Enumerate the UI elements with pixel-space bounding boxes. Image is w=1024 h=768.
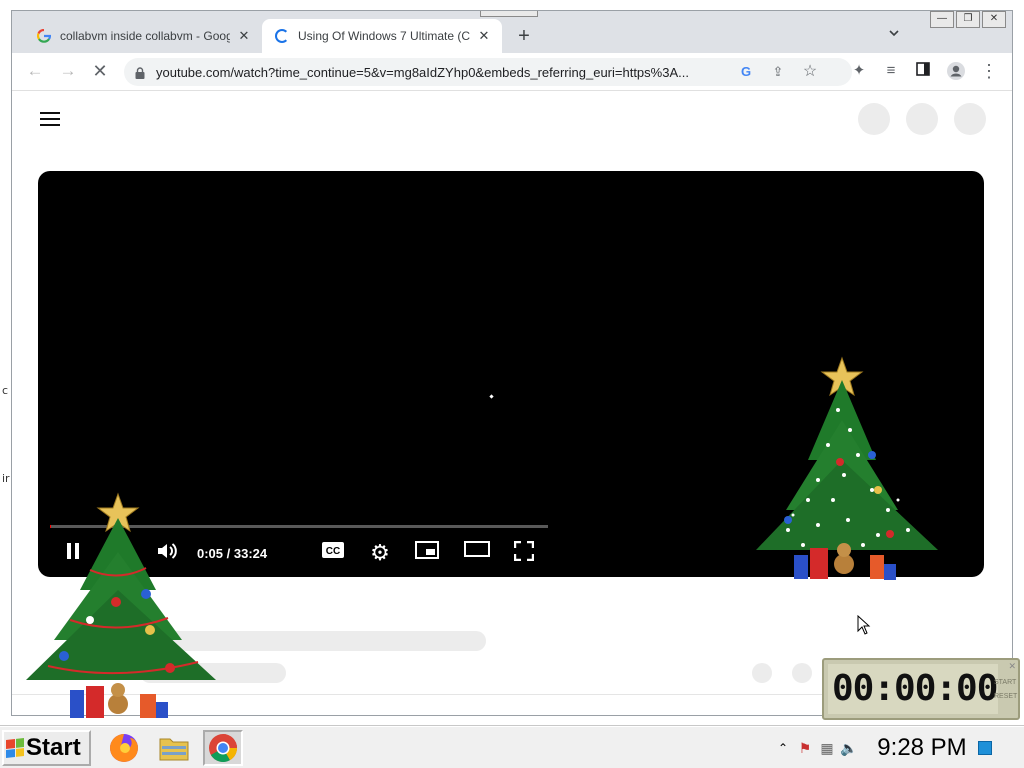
loading-spinner-icon: [274, 28, 290, 44]
fullscreen-icon[interactable]: [512, 541, 536, 565]
firefox-icon[interactable]: [104, 730, 144, 766]
hamburger-menu-icon[interactable]: [40, 112, 60, 126]
kebab-menu-icon[interactable]: ⋮: [978, 61, 1000, 83]
address-bar[interactable]: youtube.com/watch?time_continue=5&v=mg8a…: [124, 58, 852, 86]
video-glint: [489, 394, 493, 398]
start-button[interactable]: Start: [2, 730, 91, 766]
close-icon[interactable]: ✕: [1008, 661, 1016, 672]
background-window-text: ir: [2, 472, 10, 485]
mouse-cursor-icon: [857, 615, 871, 635]
share-icon[interactable]: ⇪: [768, 62, 788, 82]
stopwatch-display: 00:00:00: [828, 664, 998, 714]
tab-title: collabvm inside collabvm - Google: [60, 29, 230, 43]
stopwatch-controls: START RESET: [994, 676, 1016, 704]
browser-toolbar: ← → ✕ youtube.com/watch?time_continue=5&…: [12, 53, 1012, 91]
skeleton-placeholder: [906, 103, 938, 135]
skeleton-placeholder: [792, 663, 812, 683]
skeleton-placeholder: [858, 103, 890, 135]
action-center-flag-icon[interactable]: ⚑: [794, 737, 816, 759]
stopwatch-widget[interactable]: ✕ 00:00:00 START RESET: [822, 658, 1020, 720]
volume-tray-icon[interactable]: 🔈: [838, 737, 860, 759]
stopwatch-reset-button[interactable]: RESET: [994, 690, 1016, 704]
media-control-icon[interactable]: ≡: [880, 61, 902, 83]
stopwatch-start-button[interactable]: START: [994, 676, 1016, 690]
settings-gear-icon[interactable]: ⚙: [368, 541, 392, 565]
svg-text:CC: CC: [326, 546, 340, 557]
minimize-button[interactable]: —: [930, 11, 954, 28]
show-hidden-icons-icon[interactable]: ⌃: [772, 737, 794, 759]
tab-search-icon[interactable]: [884, 27, 904, 47]
google-g-icon: [36, 28, 52, 44]
system-clock[interactable]: 9:28 PM: [872, 734, 972, 762]
tab-strip: collabvm inside collabvm - Google ✕ Usin…: [12, 11, 1012, 53]
close-tab-icon[interactable]: ✕: [476, 28, 492, 44]
bookmark-star-icon[interactable]: ☆: [800, 62, 820, 82]
desktop: c ir collabvm inside collabvm - Google ✕: [0, 0, 1024, 768]
miniplayer-icon[interactable]: [415, 541, 439, 565]
lock-icon: [134, 65, 146, 79]
google-lens-icon[interactable]: G: [736, 62, 756, 82]
tab-youtube-video[interactable]: Using Of Windows 7 Ultimate (Co ✕: [262, 19, 502, 53]
system-tray: ⌃ ⚑ ▦ 🔈 9:28 PM: [772, 730, 1020, 766]
taskbar: Start ⌃ ⚑ ▦ 🔈 9:28 PM: [0, 726, 1024, 768]
skeleton-placeholder: [954, 103, 986, 135]
show-desktop-button[interactable]: [978, 741, 992, 755]
url-text: youtube.com/watch?time_continue=5&v=mg8a…: [156, 65, 741, 80]
restore-button[interactable]: ❐: [956, 11, 980, 28]
close-window-button[interactable]: ✕: [982, 11, 1006, 28]
stop-loading-icon[interactable]: ✕: [89, 61, 111, 83]
extensions-puzzle-icon[interactable]: ✦: [848, 61, 870, 83]
tab-title: Using Of Windows 7 Ultimate (Co: [298, 29, 470, 43]
back-arrow-icon[interactable]: ←: [24, 61, 46, 83]
christmas-tree-decoration-icon: [748, 350, 944, 590]
start-label: Start: [26, 734, 81, 762]
skeleton-placeholder: [752, 663, 772, 683]
close-tab-icon[interactable]: ✕: [236, 28, 252, 44]
christmas-tree-decoration-icon: [20, 490, 220, 724]
network-icon[interactable]: ▦: [816, 737, 838, 759]
window-controls: — ❐ ✕: [930, 11, 1006, 28]
new-tab-button[interactable]: +: [512, 25, 536, 49]
windows-logo-icon: [6, 738, 24, 758]
theater-mode-icon[interactable]: [463, 541, 491, 565]
chrome-icon[interactable]: [203, 730, 243, 766]
window-drag-handle[interactable]: [480, 10, 538, 17]
background-window-text: c: [2, 384, 8, 397]
profile-avatar-icon[interactable]: [945, 61, 967, 83]
forward-arrow-icon[interactable]: →: [57, 61, 79, 83]
tab-collabvm[interactable]: collabvm inside collabvm - Google ✕: [24, 19, 262, 53]
side-panel-icon[interactable]: [912, 61, 934, 83]
closed-captions-icon[interactable]: CC: [320, 541, 346, 565]
file-explorer-icon[interactable]: [154, 730, 194, 766]
